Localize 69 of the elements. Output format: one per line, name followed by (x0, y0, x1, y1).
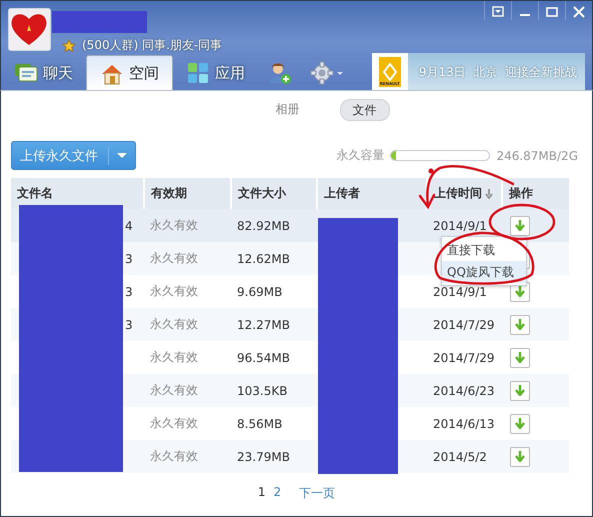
nav-tab[interactable]: 聊天 (1, 55, 86, 91)
download-arrow-icon (515, 319, 525, 330)
validity-text: 永久有效 (150, 449, 198, 463)
column-header: 文件大小 (238, 186, 286, 200)
rhombus-logo-icon (382, 63, 398, 81)
column-header: 操作 (509, 186, 533, 200)
annotation-dot (428, 168, 434, 174)
column-header: 文件名 (17, 186, 53, 200)
upload-date: 2014/5/2 (433, 450, 487, 464)
next-page-link[interactable]: 下一页 (299, 485, 336, 502)
sub-tab[interactable]: 文件 (340, 99, 390, 121)
download-button[interactable] (510, 314, 530, 334)
download-button[interactable] (510, 414, 530, 434)
file-size: 9.69MB (237, 284, 282, 298)
capacity-label: 永久容量 (336, 147, 384, 164)
add-contact-icon[interactable] (268, 61, 292, 85)
upload-date: 2014/7/29 (433, 318, 495, 332)
download-arrow-icon (515, 385, 525, 396)
download-button[interactable] (510, 446, 530, 466)
file-size: 82.92MB (237, 218, 290, 232)
upload-date: 2014/7/29 (433, 350, 495, 364)
download-arrow-icon (515, 418, 525, 429)
download-button[interactable] (510, 380, 530, 400)
validity-text: 永久有效 (150, 251, 198, 265)
star-icon (62, 38, 76, 52)
settings-icon[interactable] (310, 61, 334, 85)
validity-text: 永久有效 (150, 416, 198, 430)
file-name: 4 (125, 218, 133, 232)
sort-arrow-icon (485, 188, 493, 198)
download-arrow-icon (515, 286, 525, 297)
capacity-reading: 246.87MB/2G (496, 148, 578, 162)
validity-text: 永久有效 (150, 284, 198, 298)
validity-text: 永久有效 (150, 218, 198, 232)
column-header: 上传时间 (434, 185, 482, 202)
file-size: 12.62MB (237, 252, 290, 266)
validity-text: 永久有效 (150, 350, 198, 364)
nav-tab[interactable]: 应用 (173, 55, 258, 91)
file-size: 23.79MB (237, 450, 290, 464)
file-name: 3 (125, 318, 133, 332)
upload-date: 2014/6/23 (433, 384, 495, 398)
download-arrow-icon (515, 451, 525, 462)
file-name: 3 (125, 284, 133, 298)
validity-text: 永久有效 (150, 383, 198, 397)
sub-tab[interactable]: 相册 (264, 99, 312, 121)
page-link[interactable]: 1 (258, 485, 266, 502)
download-button[interactable] (510, 348, 530, 368)
download-button[interactable] (510, 216, 530, 236)
menu-item[interactable]: 直接下载 (442, 239, 526, 261)
caret-icon (336, 70, 344, 76)
column-header: 上传者 (324, 186, 360, 200)
group-name: (500人群) 同事.朋友-同事 (82, 37, 222, 54)
column-header: 有效期 (151, 186, 187, 200)
upload-date: 2014/9/1 (433, 218, 487, 232)
upload-date: 2014/6/13 (433, 416, 495, 430)
caret-icon (117, 153, 127, 158)
page-link[interactable]: 2 (274, 485, 282, 502)
file-size: 12.27MB (237, 318, 290, 332)
nav-tab[interactable]: 空间 (86, 55, 173, 91)
validity-text: 永久有效 (150, 317, 198, 331)
banner-text: 9月13日 北京 迎接全新挑战 (418, 64, 578, 80)
app-grid-icon (186, 61, 210, 85)
file-size: 96.54MB (237, 350, 290, 364)
file-name: 3 (125, 252, 133, 266)
menu-item[interactable]: QQ旋风下载 (442, 261, 526, 283)
file-size: 8.56MB (237, 416, 282, 430)
download-arrow-icon (515, 352, 525, 363)
file-size: 103.5KB (237, 384, 288, 398)
download-arrow-icon (515, 220, 525, 231)
upload-date: 2014/9/1 (433, 284, 487, 298)
